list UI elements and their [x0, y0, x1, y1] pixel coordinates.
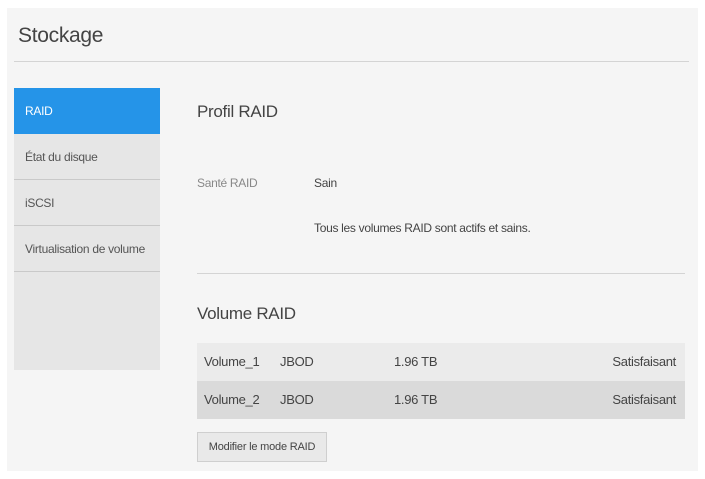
- volume-size: 1.96 TB: [394, 392, 438, 407]
- raid-profile-title: Profil RAID: [197, 102, 278, 121]
- volume-type: JBOD: [280, 392, 314, 407]
- table-row: Volume_1 JBOD 1.96 TB Satisfaisant: [197, 343, 685, 381]
- volume-status: Satisfaisant: [612, 354, 676, 369]
- modify-raid-mode-button[interactable]: Modifier le mode RAID: [197, 432, 327, 462]
- page-title: Stockage: [18, 24, 104, 47]
- raid-health-message: Tous les volumes RAID sont actifs et sai…: [314, 221, 531, 235]
- raid-volume-title: Volume RAID: [197, 304, 296, 323]
- sidebar-item-disk-status[interactable]: État du disque: [14, 134, 160, 180]
- volume-name: Volume_1: [204, 354, 260, 369]
- volume-size: 1.96 TB: [394, 354, 438, 369]
- raid-health-value: Sain: [314, 176, 337, 190]
- raid-volume-table: Volume_1 JBOD 1.96 TB Satisfaisant Volum…: [197, 343, 685, 419]
- raid-health-label: Santé RAID: [197, 176, 258, 190]
- storage-page: Stockage RAID État du disque iSCSI Virtu…: [7, 8, 698, 471]
- volume-name: Volume_2: [204, 392, 260, 407]
- sidebar-item-iscsi[interactable]: iSCSI: [14, 180, 160, 226]
- section-divider: [197, 273, 685, 274]
- title-divider: [14, 61, 689, 62]
- table-row: Volume_2 JBOD 1.96 TB Satisfaisant: [197, 381, 685, 419]
- volume-type: JBOD: [280, 354, 314, 369]
- volume-status: Satisfaisant: [612, 392, 676, 407]
- sidebar: RAID État du disque iSCSI Virtualisation…: [14, 88, 160, 370]
- sidebar-item-raid[interactable]: RAID: [14, 88, 160, 134]
- sidebar-item-volume-virtualization[interactable]: Virtualisation de volume: [14, 226, 160, 272]
